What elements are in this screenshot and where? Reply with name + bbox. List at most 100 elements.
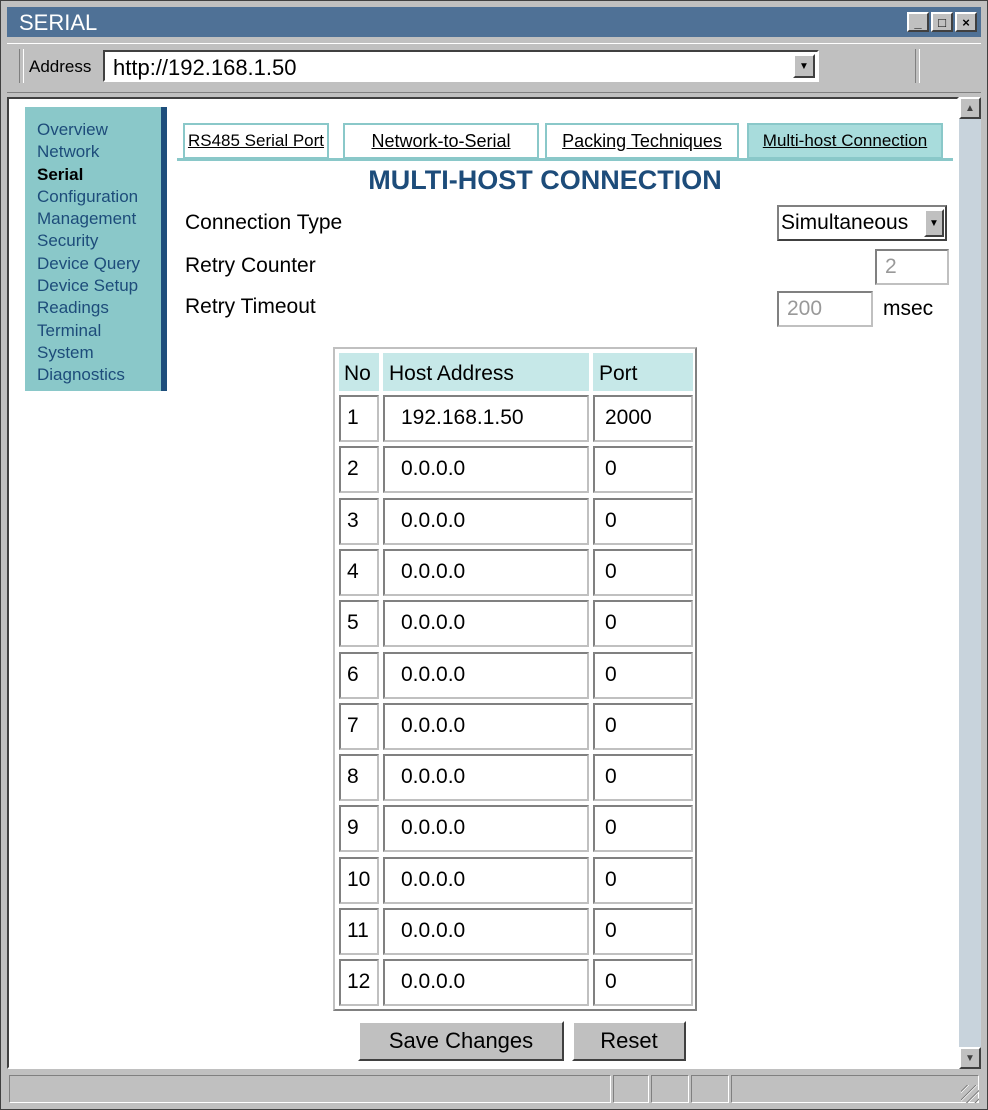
maximize-button[interactable]: □ — [931, 12, 953, 32]
host-address-cell: 0.0.0.0 — [383, 959, 589, 1007]
close-button[interactable]: × — [955, 12, 977, 32]
retry-counter-value: 2 — [885, 255, 897, 278]
column-header-host-address: Host Address — [383, 353, 589, 391]
row-number-cell: 9 — [339, 805, 379, 853]
tab-network-to-serial[interactable]: Network-to-Serial — [343, 123, 539, 159]
connection-type-label: Connection Type — [185, 211, 343, 234]
retry-counter-input[interactable]: 2 — [875, 249, 949, 285]
row-number-cell: 8 — [339, 754, 379, 802]
connection-type-dropdown-button[interactable]: ▼ — [924, 209, 944, 237]
row-number-cell: 6 — [339, 651, 379, 699]
host-address-cell: 0.0.0.0 — [383, 754, 589, 802]
sidebar-item-management[interactable]: Management — [37, 208, 161, 230]
retry-timeout-label: Retry Timeout — [185, 295, 316, 318]
tab-rs485-serial-port[interactable]: RS485 Serial Port — [183, 123, 329, 159]
sidebar-item-overview[interactable]: Overview — [37, 119, 161, 141]
row-number-cell: 4 — [339, 548, 379, 596]
retry-timeout-value: 200 — [787, 297, 823, 320]
row-number-cell: 3 — [339, 497, 379, 545]
sidebar-item-diagnostics[interactable]: Diagnostics — [37, 364, 161, 386]
port-cell: 0 — [593, 702, 693, 750]
save-changes-button[interactable]: Save Changes — [358, 1021, 564, 1061]
connection-type-value: Simultaneous — [781, 211, 909, 234]
row-number-cell: 2 — [339, 446, 379, 494]
resize-grip-icon[interactable] — [961, 1085, 979, 1103]
tab-packing-techniques[interactable]: Packing Techniques — [545, 123, 739, 159]
sidebar-item-network[interactable]: Network — [37, 141, 161, 163]
vertical-scrollbar[interactable]: ▲ ▼ — [959, 97, 981, 1069]
port-cell: 0 — [593, 754, 693, 802]
status-pane — [691, 1075, 729, 1103]
host-address-cell: 0.0.0.0 — [383, 548, 589, 596]
row-number-cell: 5 — [339, 600, 379, 648]
status-pane — [613, 1075, 649, 1103]
browser-window: SERIAL _ □ × Address http://192.168.1.50… — [0, 0, 988, 1110]
window-title: SERIAL — [19, 10, 98, 35]
chevron-up-icon: ▲ — [965, 102, 975, 114]
chevron-down-icon: ▼ — [965, 1052, 975, 1064]
page-content: Overview Network Serial Configuration Ma… — [7, 97, 959, 1069]
status-pane-zone — [731, 1075, 979, 1103]
row-number-cell: 1 — [339, 395, 379, 442]
row-number-cell: 10 — [339, 856, 379, 904]
host-address-cell: 0.0.0.0 — [383, 856, 589, 904]
host-table: No Host Address Port 1 192.168.1.50 2000 2 0… — [333, 347, 697, 1011]
sidebar-item-system[interactable]: System — [37, 342, 161, 364]
row-number-cell: 7 — [339, 702, 379, 750]
sidebar-nav: Overview Network Serial Configuration Ma… — [25, 107, 167, 391]
toolbar-grip[interactable] — [19, 49, 24, 83]
host-address-cell: 192.168.1.50 — [383, 395, 589, 442]
window-controls: _ □ × — [907, 12, 977, 32]
port-cell: 0 — [593, 497, 693, 545]
sidebar-item-configuration[interactable]: Configuration — [37, 186, 161, 208]
address-label: Address — [29, 57, 92, 76]
chevron-down-icon: ▼ — [799, 60, 809, 72]
host-address-cell: 0.0.0.0 — [383, 497, 589, 545]
minimize-button[interactable]: _ — [907, 12, 929, 32]
address-dropdown-button[interactable]: ▼ — [793, 54, 815, 78]
scroll-down-button[interactable]: ▼ — [959, 1047, 981, 1069]
scroll-up-button[interactable]: ▲ — [959, 97, 981, 119]
connection-type-select[interactable]: Simultaneous ▼ — [777, 205, 947, 241]
status-pane-main — [9, 1075, 611, 1103]
retry-counter-label: Retry Counter — [185, 254, 316, 277]
port-cell: 0 — [593, 856, 693, 904]
port-cell: 0 — [593, 908, 693, 955]
port-cell: 0 — [593, 959, 693, 1007]
host-address-cell: 0.0.0.0 — [383, 805, 589, 853]
sidebar-item-terminal[interactable]: Terminal — [37, 320, 161, 342]
retry-timeout-input[interactable]: 200 — [777, 291, 873, 327]
row-number-cell: 12 — [339, 959, 379, 1007]
reset-button[interactable]: Reset — [572, 1021, 686, 1061]
port-cell: 0 — [593, 805, 693, 853]
sidebar-item-device-query[interactable]: Device Query — [37, 253, 161, 275]
port-cell: 0 — [593, 548, 693, 596]
chevron-down-icon: ▼ — [929, 217, 939, 229]
host-address-cell: 0.0.0.0 — [383, 446, 589, 494]
title-bar[interactable]: SERIAL _ □ × — [7, 7, 981, 37]
port-cell: 0 — [593, 600, 693, 648]
status-bar — [7, 1075, 981, 1105]
host-address-cell: 0.0.0.0 — [383, 702, 589, 750]
address-toolbar: Address http://192.168.1.50 ▼ — [7, 43, 981, 93]
page-title: MULTI-HOST CONNECTION — [368, 165, 722, 195]
retry-timeout-unit: msec — [883, 297, 934, 320]
column-header-no: No — [339, 353, 379, 391]
status-pane — [651, 1075, 689, 1103]
toolbar-grip-right[interactable] — [915, 49, 920, 83]
host-address-cell: 0.0.0.0 — [383, 600, 589, 648]
address-input[interactable]: http://192.168.1.50 ▼ — [103, 50, 819, 82]
port-cell: 0 — [593, 651, 693, 699]
port-cell: 2000 — [593, 395, 693, 442]
sidebar-item-security[interactable]: Security — [37, 230, 161, 252]
row-number-cell: 11 — [339, 908, 379, 955]
host-address-cell: 0.0.0.0 — [383, 908, 589, 955]
sidebar-item-serial[interactable]: Serial — [37, 164, 161, 186]
tab-multi-host-connection[interactable]: Multi-host Connection — [747, 123, 943, 159]
port-cell: 0 — [593, 446, 693, 494]
sidebar-item-readings[interactable]: Readings — [37, 297, 161, 319]
sidebar-item-device-setup[interactable]: Device Setup — [37, 275, 161, 297]
host-address-cell: 0.0.0.0 — [383, 651, 589, 699]
tab-underline — [177, 158, 953, 161]
column-header-port: Port — [593, 353, 693, 391]
